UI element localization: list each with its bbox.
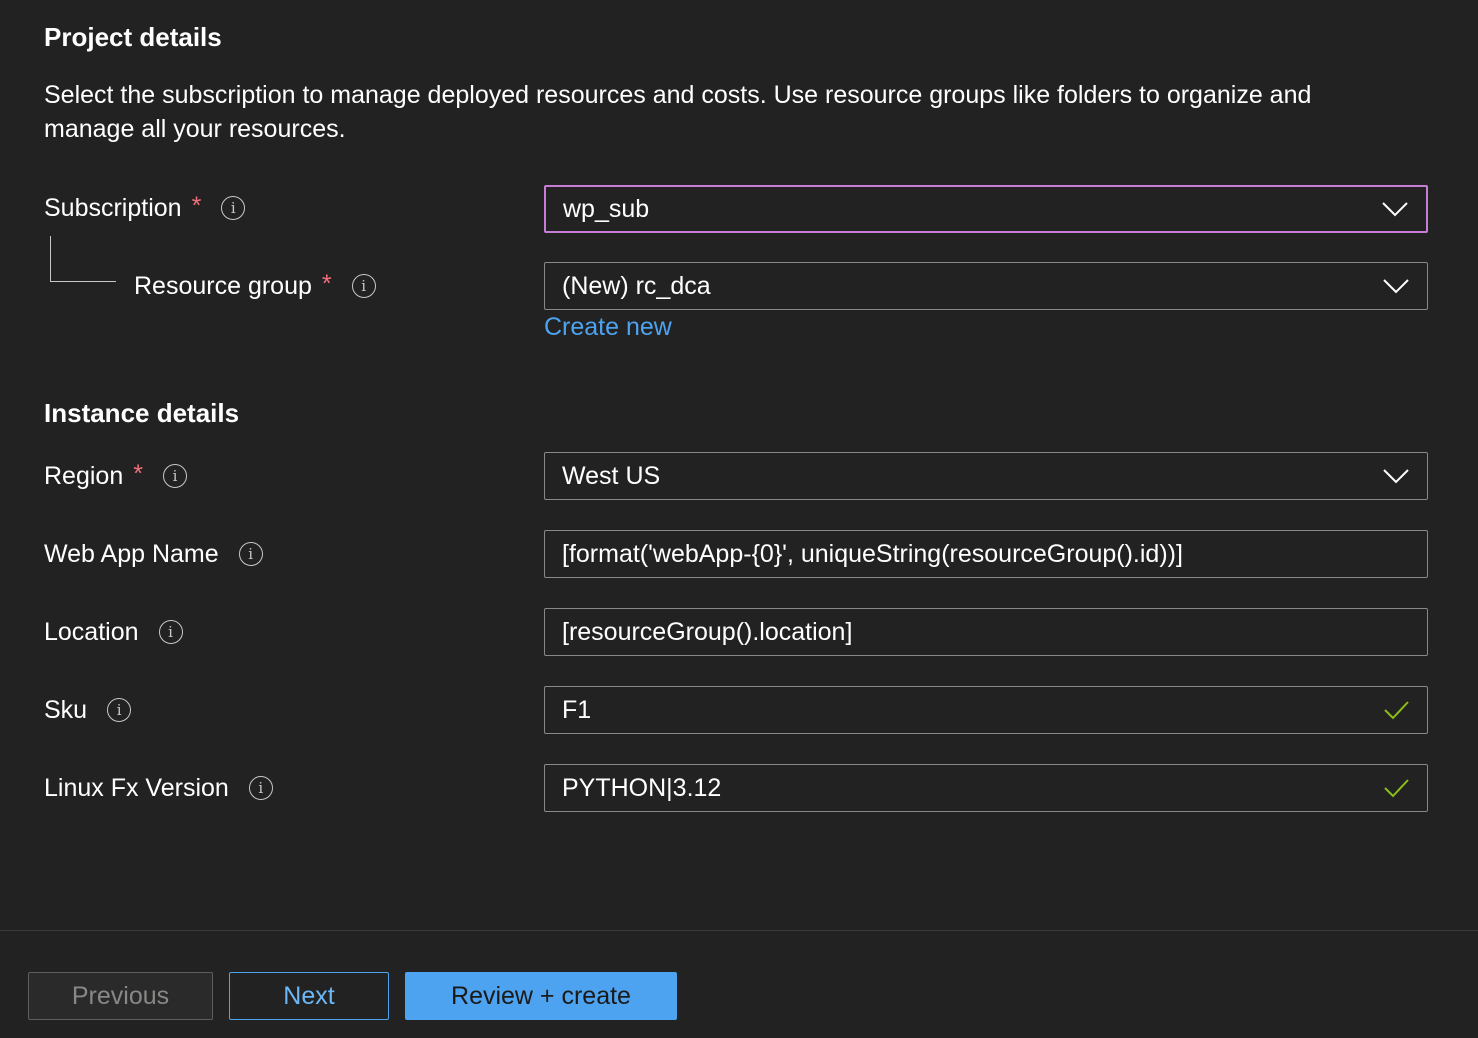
region-label-row: Region * i xyxy=(44,452,187,500)
info-icon[interactable]: i xyxy=(351,274,376,298)
info-icon[interactable]: i xyxy=(158,620,183,644)
create-web-app-form: Project details Select the subscription … xyxy=(0,0,1478,1038)
location-input[interactable]: [resourceGroup().location] xyxy=(544,608,1428,656)
resource-group-dropdown[interactable]: (New) rc_dca xyxy=(544,262,1428,310)
chevron-down-icon xyxy=(1381,466,1411,486)
info-icon[interactable]: i xyxy=(221,196,246,220)
info-icon[interactable]: i xyxy=(238,542,263,566)
chevron-down-icon xyxy=(1381,276,1411,296)
region-label: Region xyxy=(44,461,124,490)
instance-details-heading: Instance details xyxy=(44,398,240,428)
resource-group-value: (New) rc_dca xyxy=(562,271,711,300)
create-new-link[interactable]: Create new xyxy=(544,313,672,342)
linux-fx-version-value: PYTHON|3.12 xyxy=(562,773,722,802)
web-app-name-label: Web App Name xyxy=(44,539,219,568)
web-app-name-input[interactable]: [format('webApp-{0}', uniqueString(resou… xyxy=(544,530,1428,578)
location-label: Location xyxy=(44,617,139,646)
region-dropdown[interactable]: West US xyxy=(544,452,1428,500)
subscription-label-row: Subscription * i xyxy=(44,184,246,232)
sku-label-row: Sku i xyxy=(44,686,132,734)
location-label-row: Location i xyxy=(44,608,183,656)
checkmark-icon xyxy=(1381,778,1411,798)
info-icon[interactable]: i xyxy=(107,698,132,722)
project-details-description: Select the subscription to manage deploy… xyxy=(44,81,1312,143)
project-details-heading: Project details xyxy=(44,22,222,52)
footer-divider xyxy=(0,930,1478,931)
info-icon[interactable]: i xyxy=(248,776,273,800)
linux-fx-version-label-row: Linux Fx Version i xyxy=(44,764,273,812)
chevron-down-icon xyxy=(1380,199,1410,219)
sku-input[interactable]: F1 xyxy=(544,686,1428,734)
linux-fx-version-input[interactable]: PYTHON|3.12 xyxy=(544,764,1428,812)
review-create-button[interactable]: Review + create xyxy=(405,972,677,1020)
sku-label: Sku xyxy=(44,695,88,724)
previous-button[interactable]: Previous xyxy=(28,972,213,1020)
hierarchy-connector xyxy=(50,236,116,282)
subscription-value: wp_sub xyxy=(563,194,650,223)
required-asterisk: * xyxy=(133,459,143,488)
web-app-name-value: [format('webApp-{0}', uniqueString(resou… xyxy=(562,539,1183,568)
location-value: [resourceGroup().location] xyxy=(562,617,853,646)
sku-value: F1 xyxy=(562,695,592,724)
required-asterisk: * xyxy=(191,191,202,220)
next-button[interactable]: Next xyxy=(229,972,389,1020)
resource-group-label: Resource group xyxy=(134,271,312,300)
checkmark-icon xyxy=(1381,700,1411,720)
required-asterisk: * xyxy=(321,269,332,298)
region-value: West US xyxy=(562,461,661,490)
info-icon[interactable]: i xyxy=(162,464,187,488)
subscription-label: Subscription xyxy=(44,193,182,222)
linux-fx-version-label: Linux Fx Version xyxy=(44,773,229,802)
subscription-dropdown[interactable]: wp_sub xyxy=(544,185,1428,233)
web-app-name-label-row: Web App Name i xyxy=(44,530,263,578)
resource-group-label-row: Resource group * i xyxy=(134,262,376,310)
